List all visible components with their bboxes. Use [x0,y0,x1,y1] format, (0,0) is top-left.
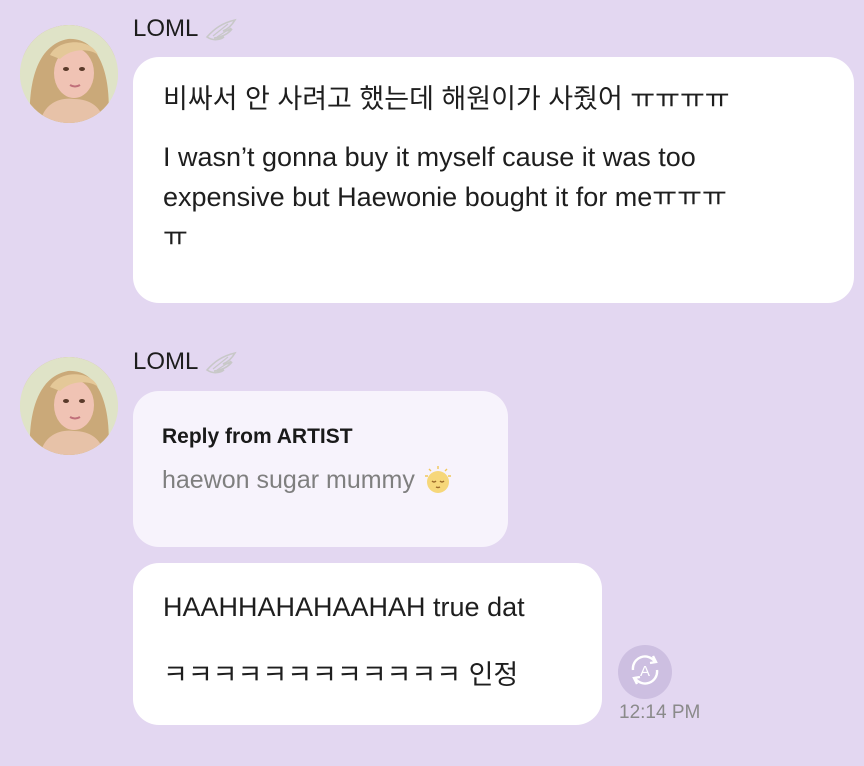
sender-name-label: LOML [133,348,199,375]
timestamp: 12:14 PM [619,702,701,723]
message-text-line: expensive but Haewonie bought it for meㅠ… [163,182,727,212]
reply-bubble[interactable]: Reply from ARTIST haewon sugar mummy [133,391,508,547]
message-text-line: HAAHHAHAHAAHAH true dat [163,592,525,622]
translate-button[interactable]: A [618,645,672,699]
avatar-image [20,357,118,455]
sender-name: LOML [133,348,238,376]
avatar[interactable] [20,357,118,455]
sender-name-label: LOML [133,15,199,42]
message-text-line: I wasn’t gonna buy it myself cause it wa… [163,142,696,172]
wing-icon [204,17,238,41]
message-text-korean: 비싸서 안 사려고 했는데 해원이가 사줬어 ㅠㅠㅠㅠ [163,84,730,114]
reply-text: haewon sugar mummy [162,465,479,495]
avatar-image [20,25,118,123]
message-bubble[interactable]: 비싸서 안 사려고 했는데 해원이가 사줬어 ㅠㅠㅠㅠ I wasn’t gon… [133,57,854,303]
avatar[interactable] [20,25,118,123]
reply-title: Reply from ARTIST [162,425,353,448]
translate-icon-letter: A [640,663,650,680]
sleepy-face-icon [423,465,453,495]
message-text-korean: ㅋㅋㅋㅋㅋㅋㅋㅋㅋㅋㅋㅋ 인정 [163,660,519,690]
reply-text-label: haewon sugar mummy [162,465,415,494]
message-bubble[interactable]: HAAHHAHAHAAHAH true dat ㅋㅋㅋㅋㅋㅋㅋㅋㅋㅋㅋㅋ 인정 [133,563,602,725]
wing-icon [204,350,238,374]
translate-icon: A [625,650,665,695]
sender-name: LOML [133,15,238,43]
message-text-line: ㅠ [163,222,188,252]
